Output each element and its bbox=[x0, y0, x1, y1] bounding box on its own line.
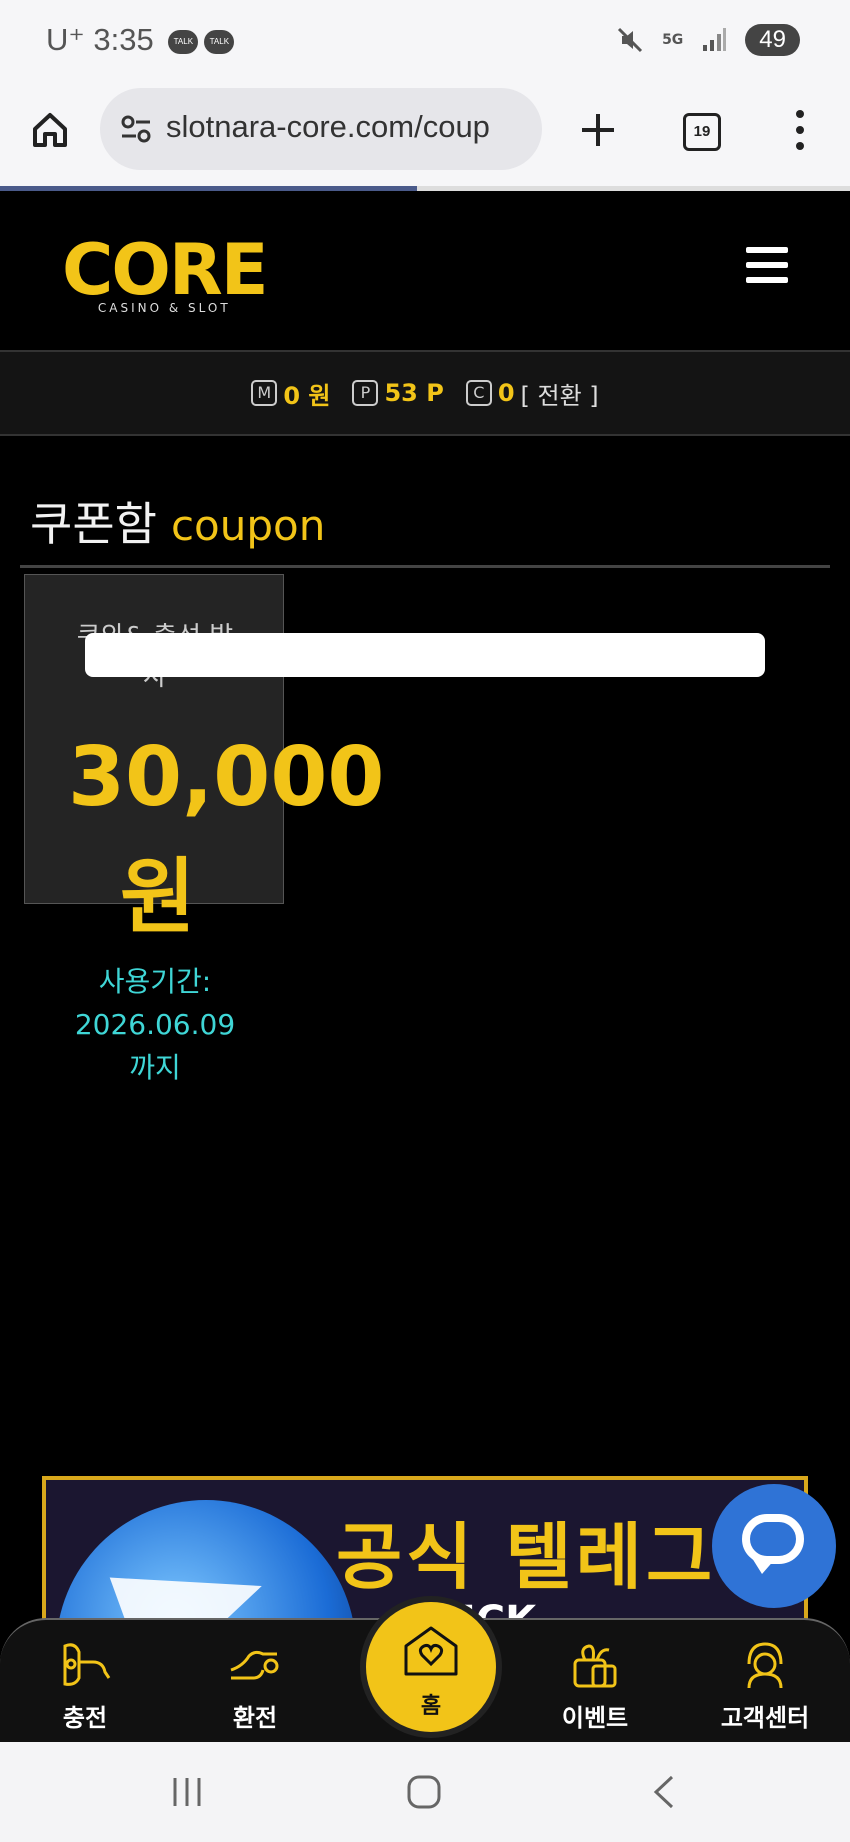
nav-home-label: 홈 bbox=[420, 1694, 442, 1719]
overlay-popup-bar bbox=[85, 633, 765, 677]
money-icon: M bbox=[251, 380, 278, 406]
title-korean: 쿠폰함 bbox=[30, 497, 157, 551]
more-menu-icon[interactable] bbox=[790, 108, 810, 152]
battery-indicator: 49 bbox=[745, 24, 800, 56]
site-logo[interactable]: CORE CASINO & SLOT bbox=[62, 229, 269, 315]
tab-switcher-button[interactable]: 19 bbox=[683, 113, 721, 151]
status-bar: U⁺ 3:35 TALK TALK 5G 49 bbox=[0, 0, 850, 86]
money-balance: M 0 원 bbox=[251, 376, 330, 411]
home-heart-icon bbox=[404, 1626, 458, 1676]
title-divider bbox=[20, 565, 830, 568]
new-tab-icon[interactable] bbox=[578, 110, 618, 150]
nav-exchange-label: 환전 bbox=[232, 1704, 278, 1732]
validity-suffix: 까지 bbox=[129, 1051, 181, 1084]
browser-toolbar: slotnara-core.com/coup 19 bbox=[0, 86, 850, 190]
point-icon: P bbox=[352, 380, 379, 406]
kakaotalk-icon-2: TALK bbox=[204, 29, 235, 54]
status-left: U⁺ 3:35 TALK TALK bbox=[46, 22, 235, 58]
status-right: 5G 49 bbox=[616, 24, 800, 56]
validity-label: 사용기간: bbox=[98, 965, 212, 998]
home-nav-icon[interactable] bbox=[406, 1774, 442, 1810]
money-value: 0 원 bbox=[283, 381, 331, 410]
gift-icon bbox=[573, 1644, 617, 1688]
coin-value: 0 bbox=[497, 379, 515, 407]
nav-home-button[interactable]: 홈 bbox=[360, 1596, 502, 1738]
android-navigation-bar bbox=[0, 1742, 850, 1842]
point-value: 53 P bbox=[384, 379, 444, 407]
exchange-icon bbox=[230, 1650, 279, 1680]
chat-bubble-tail bbox=[752, 1558, 776, 1574]
mute-icon bbox=[618, 27, 643, 53]
home-icon[interactable] bbox=[30, 110, 70, 150]
nav-support[interactable]: 고객센터 bbox=[695, 1638, 835, 1733]
validity-date: 2026.06.09 bbox=[74, 1008, 236, 1041]
coin-icon: C bbox=[465, 380, 492, 406]
network-icon: 5G bbox=[662, 32, 684, 48]
url-text: slotnara-core.com/coup bbox=[166, 109, 490, 144]
address-bar[interactable]: slotnara-core.com/coup bbox=[100, 88, 542, 170]
recent-apps-icon[interactable] bbox=[170, 1776, 204, 1808]
clock: 3:35 bbox=[93, 22, 154, 57]
nav-charge-label: 충전 bbox=[62, 1704, 108, 1732]
switch-button[interactable]: [ 전환 ] bbox=[521, 376, 599, 411]
support-headset-icon bbox=[747, 1642, 783, 1689]
coupon-amount-value: 30,000 bbox=[68, 730, 385, 825]
point-balance: P 53 P bbox=[352, 379, 444, 407]
nav-event[interactable]: 이벤트 bbox=[525, 1638, 665, 1733]
chat-bubble-icon bbox=[742, 1514, 804, 1564]
coupon-amount: 30,000 원 bbox=[68, 718, 384, 958]
coin-balance: C 0 bbox=[465, 379, 515, 407]
carrier: U⁺ bbox=[46, 22, 85, 57]
back-icon[interactable] bbox=[650, 1774, 676, 1810]
live-chat-button[interactable] bbox=[712, 1484, 836, 1608]
nav-support-label: 고객센터 bbox=[720, 1704, 810, 1732]
kakaotalk-icon: TALK bbox=[168, 29, 199, 54]
site-settings-icon[interactable] bbox=[120, 114, 152, 144]
nav-exchange[interactable]: 환전 bbox=[185, 1638, 325, 1733]
nav-charge[interactable]: 충전 bbox=[15, 1638, 155, 1733]
charge-icon bbox=[63, 1643, 111, 1686]
hamburger-menu-icon[interactable] bbox=[746, 247, 788, 292]
site-header: CORE CASINO & SLOT bbox=[0, 191, 850, 352]
page-title: 쿠폰함 coupon bbox=[30, 488, 325, 554]
nav-event-label: 이벤트 bbox=[561, 1704, 629, 1732]
coupon-amount-unit: 원 bbox=[120, 850, 196, 945]
balance-bar: M 0 원 P 53 P C 0 [ 전환 ] bbox=[0, 352, 850, 436]
logo-text: CORE bbox=[62, 229, 269, 311]
title-english: coupon bbox=[170, 501, 326, 550]
coupon-validity: 사용기간: 2026.06.09 까지 bbox=[70, 960, 240, 1089]
signal-icon bbox=[703, 28, 727, 51]
